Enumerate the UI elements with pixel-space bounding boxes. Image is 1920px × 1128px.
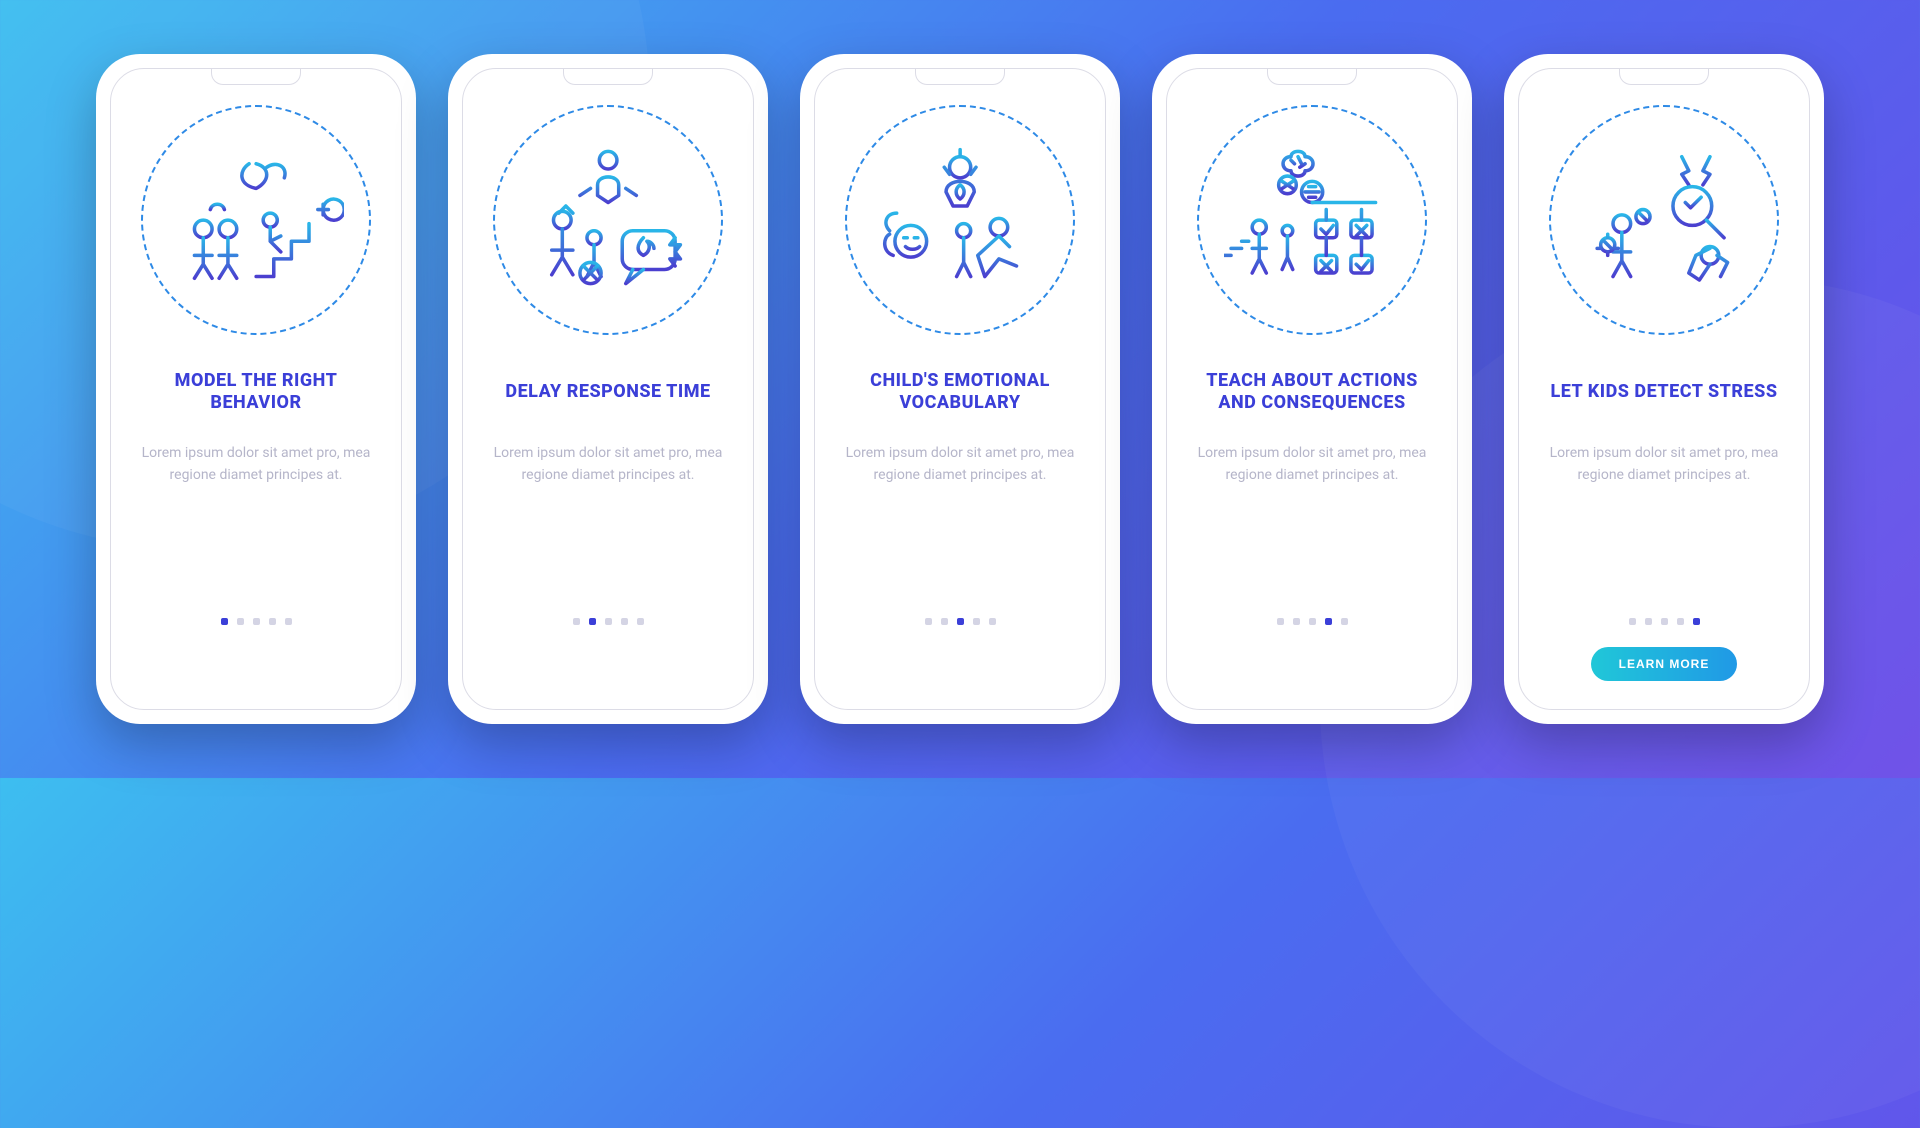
pagination-dot[interactable] xyxy=(925,618,932,625)
pagination-dot[interactable] xyxy=(221,618,228,625)
phone-notch xyxy=(1267,69,1357,85)
pagination-dot[interactable] xyxy=(1309,618,1316,625)
pagination-dot[interactable] xyxy=(989,618,996,625)
pagination-dots xyxy=(1629,618,1700,625)
pagination-dot[interactable] xyxy=(253,618,260,625)
delay-response-icon xyxy=(493,105,723,335)
pagination-dot[interactable] xyxy=(1693,618,1700,625)
pagination-dot[interactable] xyxy=(589,618,596,625)
pagination-dot[interactable] xyxy=(1677,618,1684,625)
pagination-dot[interactable] xyxy=(1661,618,1668,625)
emotional-vocabulary-icon xyxy=(845,105,1075,335)
phone-mockup: TEACH ABOUT ACTIONS AND CONSEQUENCES Lor… xyxy=(1152,54,1472,724)
pagination-dots xyxy=(573,618,644,625)
screen-title: DELAY RESPONSE TIME xyxy=(499,369,716,415)
pagination-dot[interactable] xyxy=(573,618,580,625)
pagination-dots xyxy=(925,618,996,625)
phone-mockup: CHILD'S EMOTIONAL VOCABULARY Lorem ipsum… xyxy=(800,54,1120,724)
pagination-dot[interactable] xyxy=(1325,618,1332,625)
pagination-dot[interactable] xyxy=(1645,618,1652,625)
pagination-dot[interactable] xyxy=(941,618,948,625)
pagination-dot[interactable] xyxy=(957,618,964,625)
pagination-dot[interactable] xyxy=(1293,618,1300,625)
pagination-dot[interactable] xyxy=(973,618,980,625)
phone-mockup: DELAY RESPONSE TIME Lorem ipsum dolor si… xyxy=(448,54,768,724)
onboarding-screens-row: MODEL THE RIGHT BEHAVIOR Lorem ipsum dol… xyxy=(96,54,1824,724)
screen-body: Lorem ipsum dolor sit amet pro, mea regi… xyxy=(1541,443,1787,486)
phone-notch xyxy=(563,69,653,85)
phone-notch xyxy=(1619,69,1709,85)
onboarding-screen: MODEL THE RIGHT BEHAVIOR Lorem ipsum dol… xyxy=(110,68,402,710)
onboarding-screen: LET KIDS DETECT STRESS Lorem ipsum dolor… xyxy=(1518,68,1810,710)
onboarding-screen: DELAY RESPONSE TIME Lorem ipsum dolor si… xyxy=(462,68,754,710)
screen-body: Lorem ipsum dolor sit amet pro, mea regi… xyxy=(837,443,1083,486)
pagination-dot[interactable] xyxy=(637,618,644,625)
phone-notch xyxy=(211,69,301,85)
onboarding-screen: CHILD'S EMOTIONAL VOCABULARY Lorem ipsum… xyxy=(814,68,1106,710)
screen-title: CHILD'S EMOTIONAL VOCABULARY xyxy=(837,369,1083,415)
screen-body: Lorem ipsum dolor sit amet pro, mea regi… xyxy=(133,443,379,486)
detect-stress-icon xyxy=(1549,105,1779,335)
phone-mockup: MODEL THE RIGHT BEHAVIOR Lorem ipsum dol… xyxy=(96,54,416,724)
learn-more-button[interactable]: LEARN MORE xyxy=(1591,647,1738,681)
phone-notch xyxy=(915,69,1005,85)
screen-body: Lorem ipsum dolor sit amet pro, mea regi… xyxy=(485,443,731,486)
model-behavior-icon xyxy=(141,105,371,335)
screen-body: Lorem ipsum dolor sit amet pro, mea regi… xyxy=(1189,443,1435,486)
screen-title: TEACH ABOUT ACTIONS AND CONSEQUENCES xyxy=(1189,369,1435,415)
screen-title: LET KIDS DETECT STRESS xyxy=(1544,369,1783,415)
pagination-dot[interactable] xyxy=(1629,618,1636,625)
actions-consequences-icon xyxy=(1197,105,1427,335)
pagination-dot[interactable] xyxy=(1341,618,1348,625)
screen-title: MODEL THE RIGHT BEHAVIOR xyxy=(133,369,379,415)
pagination-dot[interactable] xyxy=(269,618,276,625)
pagination-dot[interactable] xyxy=(1277,618,1284,625)
pagination-dots xyxy=(221,618,292,625)
pagination-dot[interactable] xyxy=(285,618,292,625)
pagination-dot[interactable] xyxy=(237,618,244,625)
pagination-dots xyxy=(1277,618,1348,625)
phone-mockup: LET KIDS DETECT STRESS Lorem ipsum dolor… xyxy=(1504,54,1824,724)
onboarding-screen: TEACH ABOUT ACTIONS AND CONSEQUENCES Lor… xyxy=(1166,68,1458,710)
pagination-dot[interactable] xyxy=(621,618,628,625)
pagination-dot[interactable] xyxy=(605,618,612,625)
